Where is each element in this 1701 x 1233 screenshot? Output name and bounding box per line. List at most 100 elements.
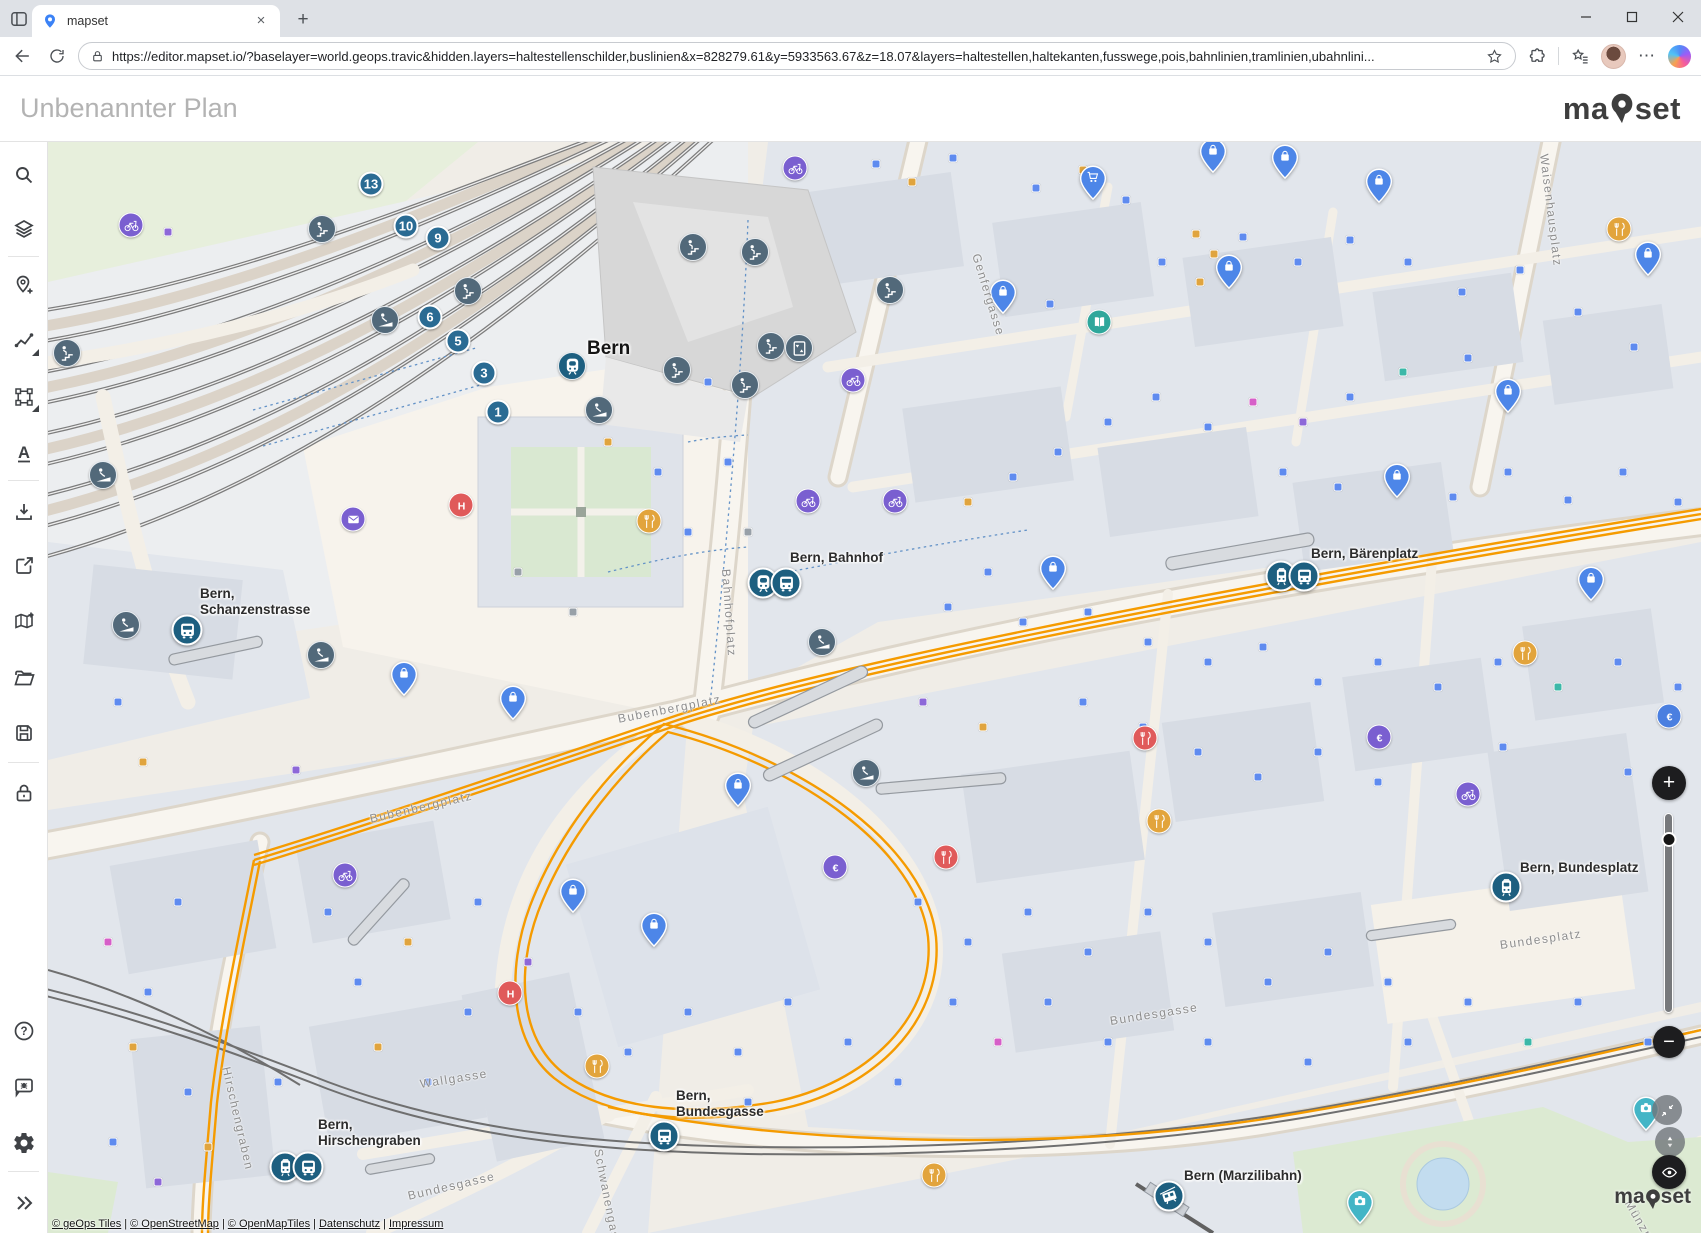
poi-dot[interactable] xyxy=(1079,698,1088,707)
poi-dot[interactable] xyxy=(1374,778,1383,787)
poi-dot[interactable] xyxy=(1009,473,1018,482)
poi-dot[interactable] xyxy=(1494,658,1503,667)
poi-pin-bag-icon[interactable] xyxy=(1635,241,1662,276)
tool-feedback-button[interactable] xyxy=(6,1069,42,1105)
poi-fork-icon[interactable] xyxy=(1133,726,1158,751)
poi-dot[interactable] xyxy=(1104,418,1113,427)
poi-dot[interactable] xyxy=(1346,236,1355,245)
poi-dot[interactable] xyxy=(784,998,793,1007)
poi-dot[interactable] xyxy=(1196,278,1205,287)
ramp-icon[interactable] xyxy=(307,641,335,669)
poi-dot[interactable] xyxy=(872,160,881,169)
elevator-icon[interactable] xyxy=(785,334,813,362)
poi-dot[interactable] xyxy=(104,938,113,947)
poi-dot[interactable] xyxy=(1554,683,1563,692)
poi-dot[interactable] xyxy=(1279,468,1288,477)
stairs-icon[interactable] xyxy=(757,332,785,360)
poi-dot[interactable] xyxy=(184,1088,193,1097)
poi-dot[interactable] xyxy=(274,1078,283,1087)
poi-dot[interactable] xyxy=(654,468,663,477)
poi-dot[interactable] xyxy=(1499,743,1508,752)
stairs-icon[interactable] xyxy=(308,215,336,243)
tool-share-button[interactable] xyxy=(6,548,42,584)
poi-dot[interactable] xyxy=(1404,1038,1413,1047)
ramp-icon[interactable] xyxy=(371,306,399,334)
poi-pin-bag-icon[interactable] xyxy=(725,772,752,807)
poi-dot[interactable] xyxy=(204,1143,213,1152)
attribution-link[interactable]: © geOps Tiles xyxy=(52,1218,121,1230)
poi-pin-bag-icon[interactable] xyxy=(1200,142,1227,173)
poi-pin-bag-icon[interactable] xyxy=(1578,566,1605,601)
browser-tab[interactable]: mapset × xyxy=(32,5,280,37)
tool-add-map-button[interactable] xyxy=(6,604,42,640)
tool-settings-button[interactable] xyxy=(6,1125,42,1161)
poi-dot[interactable] xyxy=(1624,768,1633,777)
poi-pin-cart-icon[interactable] xyxy=(1080,165,1107,200)
poi-dot[interactable] xyxy=(1374,658,1383,667)
poi-dot[interactable] xyxy=(984,568,993,577)
tool-open-folder-button[interactable] xyxy=(6,660,42,696)
poi-bike-icon[interactable] xyxy=(119,213,144,238)
poi-dot[interactable] xyxy=(1144,908,1153,917)
poi-dot[interactable] xyxy=(1122,196,1131,205)
poi-dot[interactable] xyxy=(604,438,613,447)
poi-dot[interactable] xyxy=(144,988,153,997)
poi-euro-icon[interactable]: € xyxy=(1657,704,1682,729)
attribution-link[interactable]: © OpenMapTiles xyxy=(228,1218,310,1230)
poi-dot[interactable] xyxy=(1104,1038,1113,1047)
poi-dot[interactable] xyxy=(1404,258,1413,267)
window-close-button[interactable] xyxy=(1655,0,1701,34)
platform-number-badge[interactable]: 3 xyxy=(472,361,497,386)
poi-dot[interactable] xyxy=(1032,184,1041,193)
favorites-hub-icon[interactable] xyxy=(1567,43,1593,69)
attribution-link[interactable]: Datenschutz xyxy=(319,1218,380,1230)
fit-extent-button[interactable] xyxy=(1652,1095,1682,1125)
poi-dot[interactable] xyxy=(684,528,693,537)
poi-mail-icon[interactable] xyxy=(341,507,366,532)
poi-bike-icon[interactable] xyxy=(796,489,821,514)
poi-dot[interactable] xyxy=(1399,368,1408,377)
tool-draw-line-button[interactable] xyxy=(6,323,42,359)
poi-pin-bag-icon[interactable] xyxy=(500,685,527,720)
tool-add-stop-button[interactable] xyxy=(6,267,42,303)
poi-dot[interactable] xyxy=(964,498,973,507)
poi-dot[interactable] xyxy=(1674,683,1683,692)
poi-dot[interactable] xyxy=(1204,658,1213,667)
poi-dot[interactable] xyxy=(1259,643,1268,652)
poi-dot[interactable] xyxy=(894,1078,903,1087)
tool-lock-button[interactable] xyxy=(6,775,42,811)
poi-dot[interactable] xyxy=(154,1178,163,1187)
poi-dot[interactable] xyxy=(324,908,333,917)
poi-dot[interactable] xyxy=(684,1008,693,1017)
poi-dot[interactable] xyxy=(374,1043,383,1052)
poi-dot[interactable] xyxy=(1464,998,1473,1007)
tab-actions-icon[interactable] xyxy=(9,9,29,29)
poi-dot[interactable] xyxy=(624,1048,633,1057)
tool-search-button[interactable] xyxy=(6,157,42,193)
poi-dot[interactable] xyxy=(464,1008,473,1017)
poi-pin-camera-icon[interactable] xyxy=(1347,1189,1374,1224)
poi-dot[interactable] xyxy=(574,1008,583,1017)
platform-number-badge[interactable]: 1 xyxy=(486,400,511,425)
poi-dot[interactable] xyxy=(1564,496,1573,505)
poi-bike-icon[interactable] xyxy=(783,156,808,181)
poi-dot[interactable] xyxy=(1630,343,1639,352)
poi-dot[interactable] xyxy=(109,1138,118,1147)
ramp-icon[interactable] xyxy=(112,611,140,639)
stop-bus-icon[interactable] xyxy=(172,615,203,646)
poi-dot[interactable] xyxy=(1324,948,1333,957)
window-minimize-button[interactable] xyxy=(1563,0,1609,34)
poi-fork-icon[interactable] xyxy=(637,509,662,534)
poi-dot[interactable] xyxy=(1574,998,1583,1007)
zoom-out-button[interactable]: − xyxy=(1653,1026,1685,1058)
poi-dot[interactable] xyxy=(949,154,958,163)
poi-dot[interactable] xyxy=(1204,423,1213,432)
poi-dot[interactable] xyxy=(704,378,713,387)
copilot-icon[interactable] xyxy=(1668,45,1691,68)
poi-dot[interactable] xyxy=(1314,678,1323,687)
poi-fork-icon[interactable] xyxy=(1147,809,1172,834)
tool-download-button[interactable] xyxy=(6,494,42,530)
visibility-button[interactable] xyxy=(1652,1155,1686,1189)
poi-h-icon[interactable]: H xyxy=(449,493,474,518)
poi-dot[interactable] xyxy=(1084,948,1093,957)
